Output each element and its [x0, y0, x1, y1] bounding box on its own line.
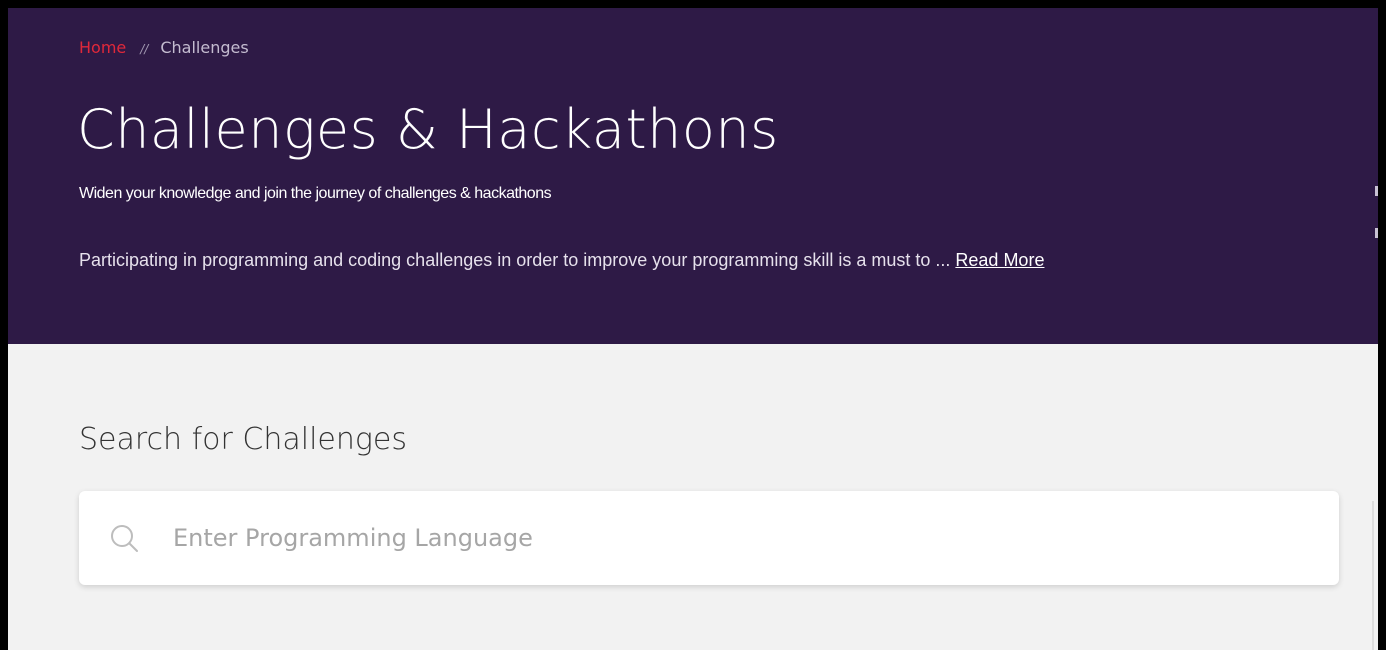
divider — [1372, 501, 1374, 650]
breadcrumb: Home // Challenges — [79, 38, 249, 57]
page-description: Participating in programming and coding … — [79, 250, 1044, 271]
edge-fragment — [1375, 228, 1378, 238]
search-input[interactable] — [173, 524, 1273, 552]
edge-fragment — [1375, 186, 1378, 196]
search-heading: Search for Challenges — [79, 422, 407, 457]
page-title: Challenges & Hackathons — [77, 98, 779, 161]
page-subtitle: Widen your knowledge and join the journe… — [79, 185, 552, 202]
breadcrumb-home-link[interactable]: Home — [79, 38, 126, 57]
description-text: Participating in programming and coding … — [79, 250, 956, 270]
search-icon — [111, 525, 138, 552]
hero-banner: Home // Challenges Challenges & Hackatho… — [8, 8, 1378, 344]
page: Home // Challenges Challenges & Hackatho… — [8, 8, 1378, 650]
read-more-link[interactable]: Read More — [955, 250, 1044, 270]
search-box[interactable] — [79, 491, 1339, 585]
breadcrumb-separator: // — [140, 42, 149, 56]
breadcrumb-current: Challenges — [160, 38, 249, 57]
